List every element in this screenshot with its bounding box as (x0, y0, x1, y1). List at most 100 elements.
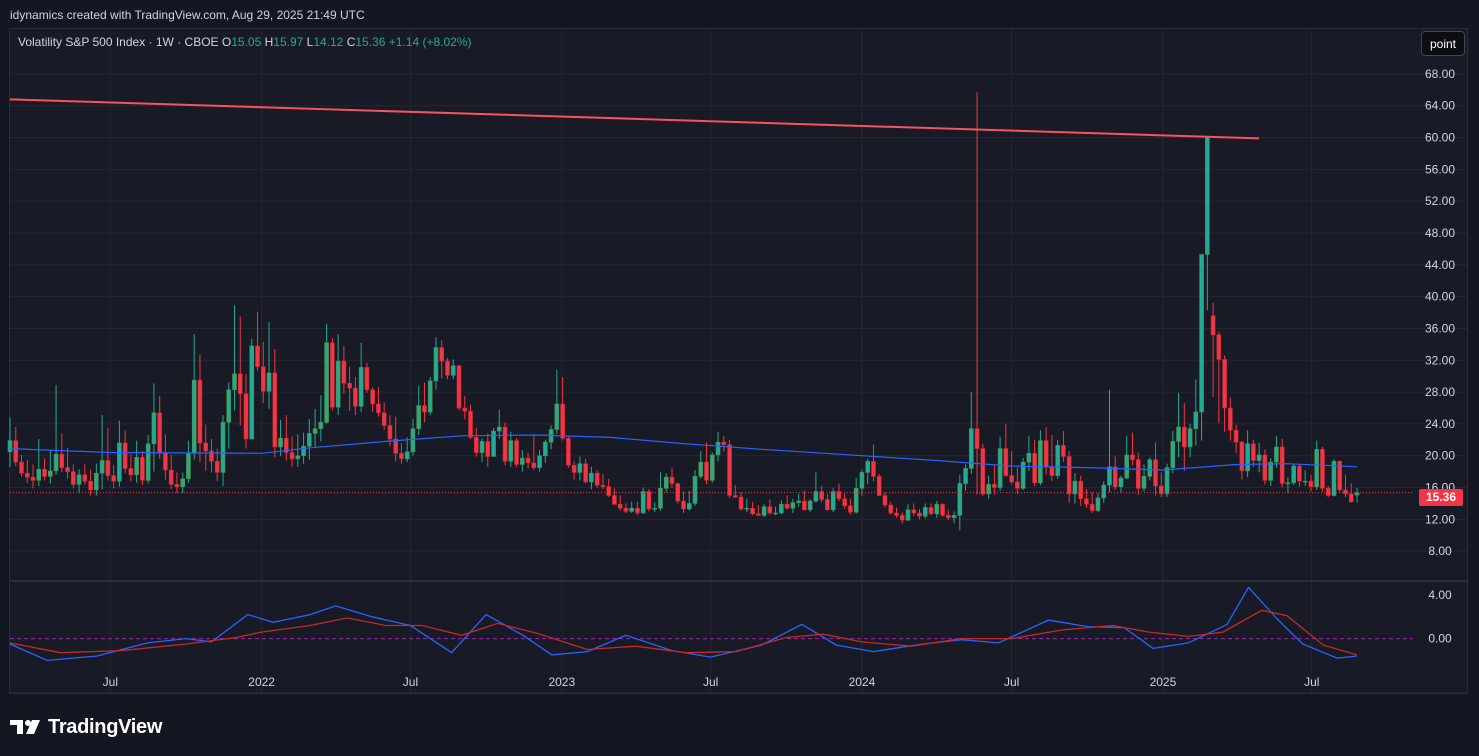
candle-body (450, 365, 456, 376)
candle-body (1170, 441, 1176, 468)
candle-body (1055, 445, 1060, 476)
open-label: O (221, 35, 232, 49)
candle-body (825, 499, 830, 511)
candle-body (1205, 136, 1210, 255)
candle-body (1343, 489, 1348, 495)
candle-body (226, 389, 232, 423)
candle-body (750, 507, 755, 515)
candle-body (65, 467, 70, 472)
candle-body (433, 347, 439, 382)
candle-body (42, 468, 47, 477)
candle-body (330, 342, 335, 408)
time-tick-label: Jul (403, 675, 418, 689)
symbol-name: Volatility S&P 500 Index · 1W · CBOE (18, 35, 219, 49)
price-tick-label: 40.00 (1425, 290, 1455, 304)
candle-body (646, 491, 652, 510)
candle-body (318, 422, 324, 429)
candle-body (307, 433, 312, 447)
candle-body (353, 387, 358, 407)
candle-body (1141, 476, 1147, 489)
price-tick-label: 48.00 (1425, 226, 1455, 240)
candle-body (681, 500, 686, 510)
candle-body (871, 460, 876, 477)
price-tick-label: 68.00 (1425, 67, 1455, 81)
candle-body (1118, 477, 1124, 488)
price-tick-label: 8.00 (1428, 544, 1452, 558)
candle-body (663, 476, 669, 489)
candle-body (951, 515, 957, 519)
candle-body (163, 453, 168, 471)
candle-body (853, 488, 859, 513)
candle-body (928, 507, 934, 515)
candle-body (520, 457, 525, 465)
candle-body (399, 453, 404, 460)
candle-body (186, 453, 191, 480)
candle-body (779, 503, 784, 514)
candle-body (612, 495, 617, 505)
candle-body (911, 509, 917, 514)
high-label: H (264, 35, 274, 49)
candle-body (134, 457, 139, 476)
candle-body (709, 454, 715, 481)
candle-body (1072, 480, 1078, 495)
candle-body (416, 405, 422, 429)
price-tick-label: 20.00 (1425, 449, 1455, 463)
open-value: 15.05 (231, 35, 262, 49)
time-tick-label: Jul (703, 675, 718, 689)
candle-body (191, 379, 197, 454)
candle-body (272, 372, 278, 448)
candle-body (865, 460, 871, 473)
candle-body (105, 460, 111, 476)
candle-body (427, 380, 433, 413)
candle-body (744, 507, 750, 510)
time-tick-label: 2022 (248, 675, 275, 689)
close-value: 15.36 (355, 35, 386, 49)
candle-body (882, 495, 888, 506)
tradingview-logo-icon (10, 720, 40, 734)
candle-body (1348, 493, 1354, 503)
candle-body (1135, 459, 1141, 489)
candle-body (1210, 315, 1216, 336)
candle-body (301, 445, 306, 457)
candle-body (1089, 503, 1095, 511)
tradingview-branding: TradingView (10, 712, 162, 742)
candle-body (830, 491, 836, 511)
candle-body (761, 506, 767, 516)
price-tick-label: 36.00 (1425, 321, 1455, 335)
candle-body (692, 476, 698, 504)
candle-body (859, 472, 865, 489)
candle-body (1262, 454, 1268, 481)
candle-body (652, 507, 658, 510)
candle-body (7, 440, 13, 453)
candle-body (364, 367, 370, 390)
candle-body (249, 345, 255, 440)
candle-body (1124, 454, 1130, 479)
candle-body (554, 403, 560, 430)
candle-body (940, 503, 945, 516)
candle-body (807, 500, 813, 511)
price-tick-label: 44.00 (1425, 258, 1455, 272)
candle-body (1320, 449, 1325, 489)
candle-body (278, 437, 283, 448)
candle-body (94, 472, 99, 491)
candle-body (496, 426, 502, 432)
candle-body (899, 515, 905, 521)
candle-body (577, 463, 583, 473)
candle-body (387, 425, 393, 440)
candle-body (1302, 480, 1308, 483)
candle-body (997, 448, 1003, 488)
candle-body (1026, 453, 1032, 463)
candle-body (381, 412, 387, 426)
candle-body (404, 451, 410, 460)
candle-body (36, 468, 42, 481)
chart-svg[interactable]: 68.00 64.00 60.00 56.00 52.00 48.00 44.00 40.00… (0, 0, 1479, 756)
candle-body (721, 441, 727, 445)
candle-body (1176, 426, 1181, 442)
candle-body (168, 469, 174, 485)
candle-body (255, 345, 260, 367)
point-button[interactable]: point (1421, 31, 1465, 56)
price-tick-label: 60.00 (1425, 131, 1455, 145)
last-price-label: 15.36 (1419, 489, 1463, 506)
candle-body (473, 437, 479, 453)
candle-body (82, 474, 88, 482)
